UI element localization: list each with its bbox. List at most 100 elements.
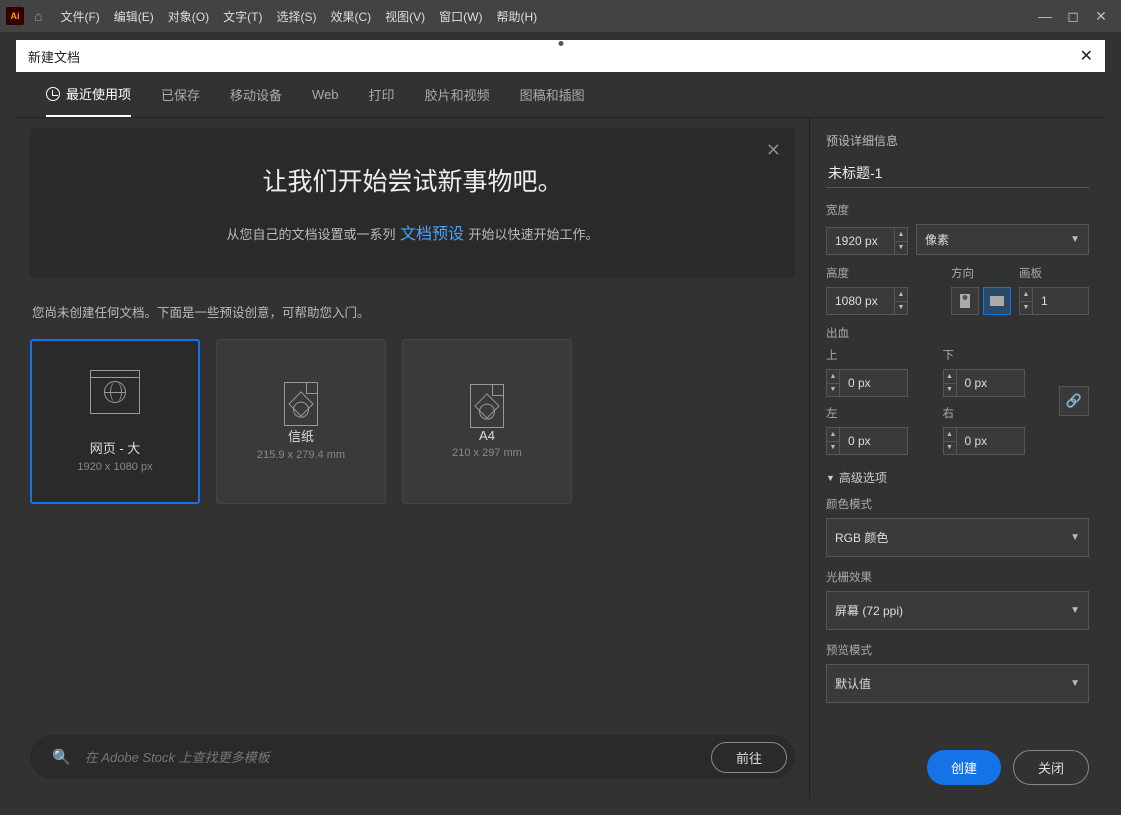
preset-web-large[interactable]: 网页 - 大 1920 x 1080 px xyxy=(30,339,200,504)
hero-headline: 让我们开始尝试新事物吧。 xyxy=(50,162,775,198)
menu-window[interactable]: 窗口(W) xyxy=(439,8,482,25)
width-field[interactable]: ▲▼ xyxy=(826,227,908,255)
raster-select[interactable]: 屏幕 (72 ppi) ▼ xyxy=(826,591,1089,630)
search-icon: 🔍 xyxy=(52,748,71,766)
bleed-right-input[interactable] xyxy=(957,427,1025,455)
preset-dims: 215.9 x 279.4 mm xyxy=(257,449,345,461)
bleed-top-field[interactable]: ▲▼ xyxy=(826,369,933,397)
preset-dims: 1920 x 1080 px xyxy=(77,461,152,473)
height-field[interactable]: ▲▼ xyxy=(826,287,943,315)
bleed-top-label: 上 xyxy=(826,347,933,363)
adobe-stock-search: 🔍 前往 xyxy=(30,735,795,779)
preset-name: 信纸 xyxy=(288,426,314,445)
menu-object[interactable]: 对象(O) xyxy=(168,8,209,25)
artboards-field[interactable]: ▲▼ xyxy=(1019,287,1089,315)
orientation-label: 方向 xyxy=(951,265,1011,281)
preset-intro-text: 您尚未创建任何文档。下面是一些预设创意，可帮助您入门。 xyxy=(32,302,793,321)
tab-saved[interactable]: 已保存 xyxy=(161,72,200,117)
category-tabs: 最近使用项 已保存 移动设备 Web 打印 胶片和视频 图稿和插图 xyxy=(16,72,1105,118)
document-icon xyxy=(470,384,504,428)
bleed-bottom-input[interactable] xyxy=(957,369,1025,397)
close-button[interactable]: 关闭 xyxy=(1013,750,1089,785)
create-button[interactable]: 创建 xyxy=(927,750,1001,785)
bleed-label: 出血 xyxy=(826,325,1089,341)
units-select[interactable]: 像素 ▼ xyxy=(916,224,1089,255)
advanced-options-toggle[interactable]: ▼ 高级选项 xyxy=(826,469,1089,486)
bleed-right-label: 右 xyxy=(943,405,1050,421)
chevron-down-icon: ▼ xyxy=(1070,532,1080,543)
hero-banner: ✕ 让我们开始尝试新事物吧。 从您自己的文档设置或一系列 文档预设 开始以快速开… xyxy=(30,128,795,278)
clock-icon xyxy=(46,87,60,101)
units-value: 像素 xyxy=(925,231,949,248)
home-icon[interactable]: ⌂ xyxy=(34,8,42,24)
window-maximize-icon[interactable]: ◻ xyxy=(1059,8,1087,25)
tab-art[interactable]: 图稿和插图 xyxy=(520,72,585,117)
tab-web[interactable]: Web xyxy=(312,72,339,117)
tab-print[interactable]: 打印 xyxy=(369,72,395,117)
dialog-close-icon[interactable]: ✕ xyxy=(1080,46,1093,66)
artboards-spinner[interactable]: ▲▼ xyxy=(1019,287,1033,315)
preset-row: 网页 - 大 1920 x 1080 px 信纸 215.9 x 279.4 m… xyxy=(30,339,795,504)
document-icon xyxy=(284,382,318,426)
menu-view[interactable]: 视图(V) xyxy=(385,8,425,25)
colormode-label: 颜色模式 xyxy=(826,496,1089,512)
raster-value: 屏幕 (72 ppi) xyxy=(835,602,903,619)
preset-name: 网页 - 大 xyxy=(90,438,141,457)
colormode-value: RGB 颜色 xyxy=(835,529,888,546)
preset-letter[interactable]: 信纸 215.9 x 279.4 mm xyxy=(216,339,386,504)
preview-value: 默认值 xyxy=(835,675,871,692)
tab-mobile[interactable]: 移动设备 xyxy=(230,72,282,117)
menu-type[interactable]: 文字(T) xyxy=(223,8,262,25)
hero-close-icon[interactable]: ✕ xyxy=(766,140,781,161)
bleed-left-input[interactable] xyxy=(840,427,908,455)
orientation-landscape-button[interactable] xyxy=(983,287,1011,315)
advanced-label: 高级选项 xyxy=(839,469,887,486)
width-input[interactable] xyxy=(826,227,894,255)
app-menubar: Ai ⌂ 文件(F) 编辑(E) 对象(O) 文字(T) 选择(S) 效果(C)… xyxy=(0,0,1121,32)
stock-search-input[interactable] xyxy=(85,750,711,765)
preset-name: A4 xyxy=(479,428,495,443)
colormode-select[interactable]: RGB 颜色 ▼ xyxy=(826,518,1089,557)
chevron-down-icon: ▼ xyxy=(1070,234,1080,245)
window-close-icon[interactable]: ✕ xyxy=(1087,8,1115,25)
menu-select[interactable]: 选择(S) xyxy=(276,8,316,25)
browser-icon xyxy=(90,370,140,414)
menu-file[interactable]: 文件(F) xyxy=(60,8,99,25)
menu-effect[interactable]: 效果(C) xyxy=(330,8,371,25)
dialog-title: 新建文档 xyxy=(28,47,80,66)
hero-presets-link[interactable]: 文档预设 xyxy=(400,226,464,243)
stock-go-button[interactable]: 前往 xyxy=(711,742,787,773)
document-name-input[interactable] xyxy=(826,159,1089,188)
window-minimize-icon[interactable]: — xyxy=(1031,8,1059,24)
height-spinner[interactable]: ▲▼ xyxy=(894,287,908,315)
bleed-top-input[interactable] xyxy=(840,369,908,397)
preset-details-panel: 预设详细信息 宽度 ▲▼ 像素 ▼ 高度 ▲▼ xyxy=(809,118,1105,799)
bleed-bottom-field[interactable]: ▲▼ xyxy=(943,369,1050,397)
chevron-down-icon: ▼ xyxy=(1070,605,1080,616)
width-spinner[interactable]: ▲▼ xyxy=(894,227,908,255)
caret-down-icon: ▼ xyxy=(826,473,835,483)
preset-panel: ✕ 让我们开始尝试新事物吧。 从您自己的文档设置或一系列 文档预设 开始以快速开… xyxy=(16,118,809,799)
chevron-down-icon: ▼ xyxy=(1070,678,1080,689)
menu-edit[interactable]: 编辑(E) xyxy=(114,8,154,25)
preview-select[interactable]: 默认值 ▼ xyxy=(826,664,1089,703)
artboards-label: 画板 xyxy=(1019,265,1089,281)
link-bleed-icon[interactable]: 🔗 xyxy=(1059,386,1089,416)
tab-recent[interactable]: 最近使用项 xyxy=(46,72,131,117)
artboards-input[interactable] xyxy=(1033,287,1089,315)
tab-film[interactable]: 胶片和视频 xyxy=(425,72,490,117)
height-label: 高度 xyxy=(826,265,943,281)
preset-a4[interactable]: A4 210 x 297 mm xyxy=(402,339,572,504)
preview-label: 预览模式 xyxy=(826,642,1089,658)
bleed-right-field[interactable]: ▲▼ xyxy=(943,427,1050,455)
bleed-left-field[interactable]: ▲▼ xyxy=(826,427,933,455)
height-input[interactable] xyxy=(826,287,894,315)
details-title: 预设详细信息 xyxy=(826,132,1089,149)
orientation-portrait-button[interactable] xyxy=(951,287,979,315)
raster-label: 光栅效果 xyxy=(826,569,1089,585)
width-label: 宽度 xyxy=(826,202,1089,218)
hero-text-post: 开始以快速开始工作。 xyxy=(468,227,598,242)
bleed-bottom-label: 下 xyxy=(943,347,1050,363)
menu-help[interactable]: 帮助(H) xyxy=(496,8,537,25)
new-document-dialog: 新建文档 ✕ 最近使用项 已保存 移动设备 Web 打印 胶片和视频 图稿和插图… xyxy=(16,40,1105,799)
